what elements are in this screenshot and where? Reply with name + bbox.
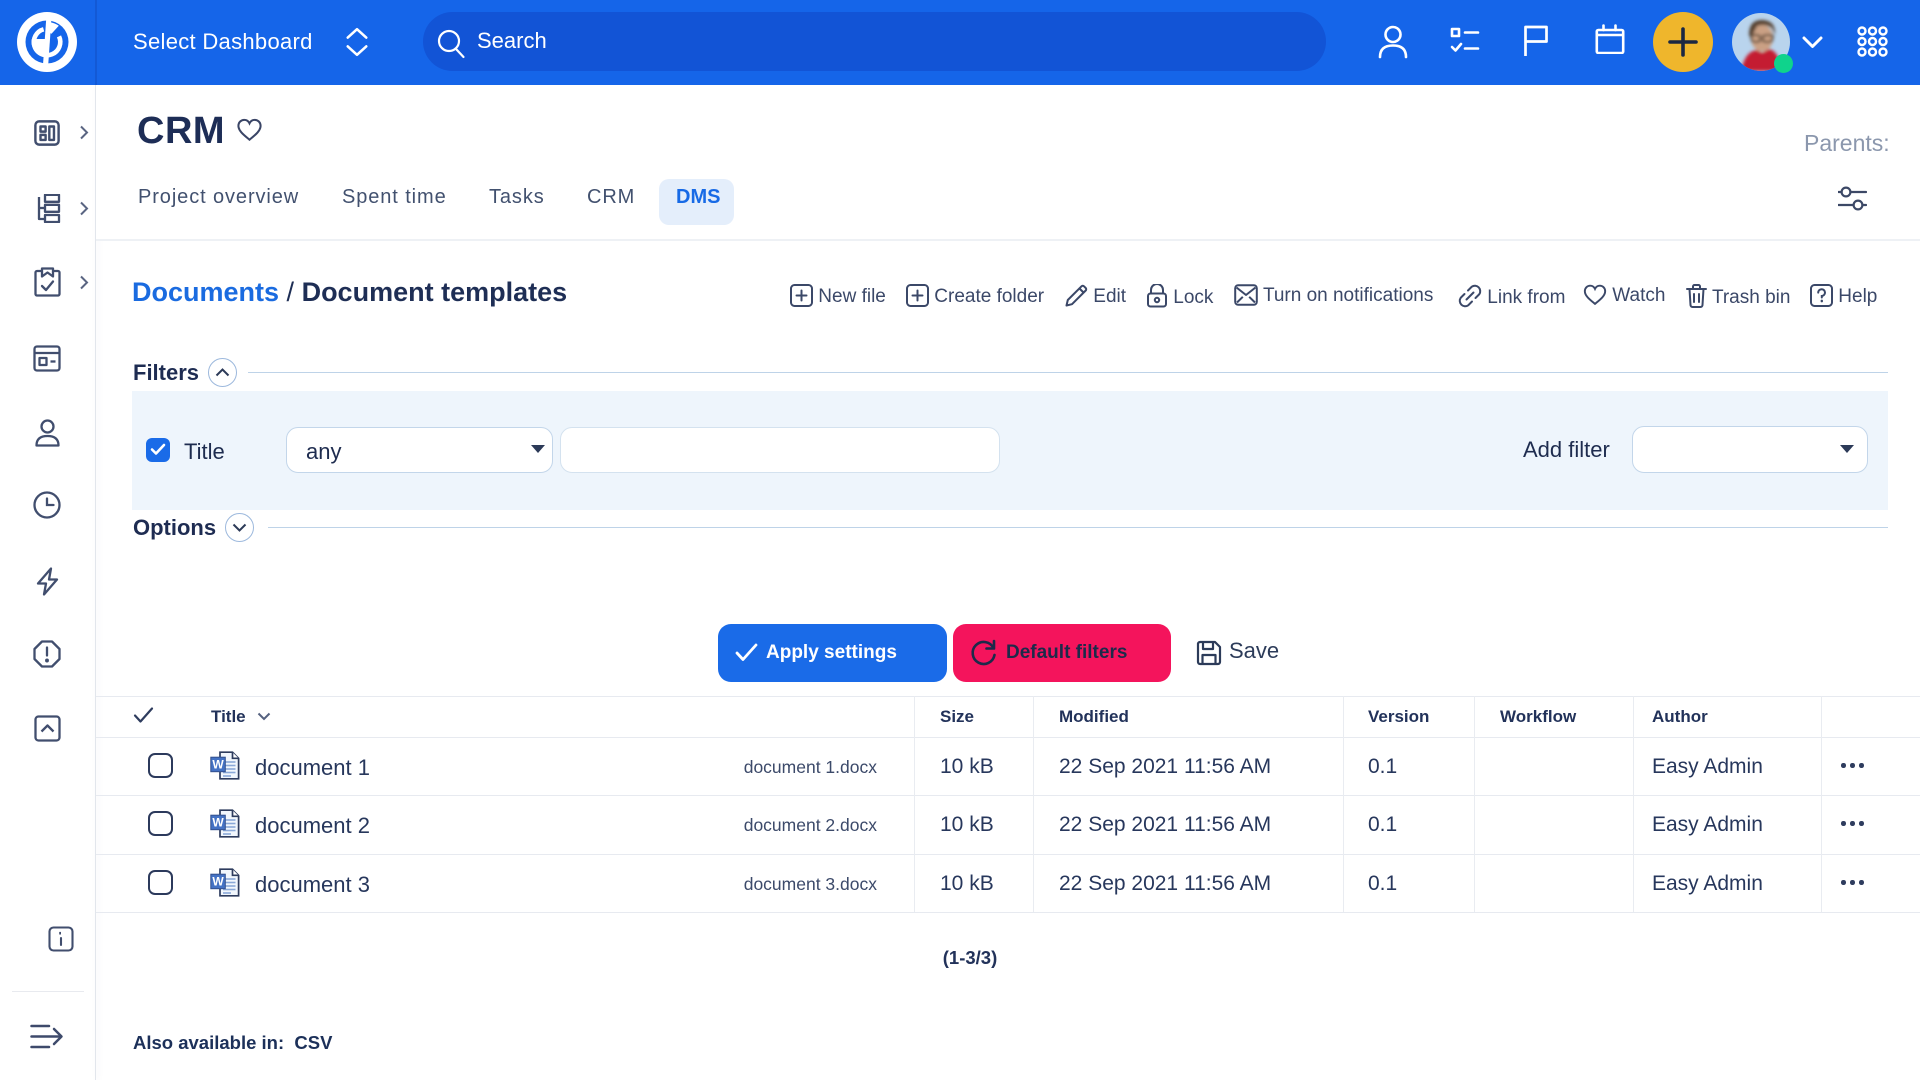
svg-text:W: W (212, 875, 224, 889)
svg-text:W: W (212, 816, 224, 830)
svg-text:W: W (212, 758, 224, 772)
